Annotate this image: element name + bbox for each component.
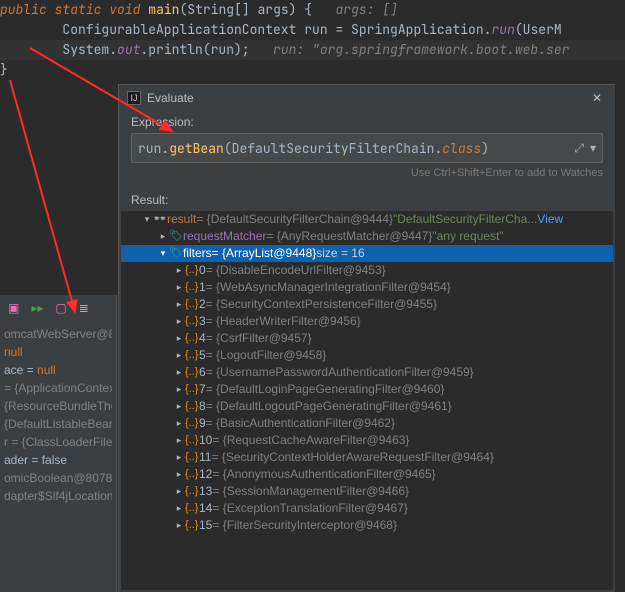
tree-item[interactable]: {..} 0 = {DisableEncodeUrlFilter@9453} [121,262,613,279]
tree-item[interactable]: {..} 12 = {AnonymousAuthenticationFilter… [121,466,613,483]
expression-code: run.getBean(DefaultSecurityFilterChain.c… [138,140,568,157]
tree-item[interactable]: {..} 11 = {SecurityContextHolderAwareReq… [121,449,613,466]
watch-item[interactable]: ace = null [4,361,112,379]
tree-item[interactable]: {..} 2 = {SecurityContextPersistenceFilt… [121,296,613,313]
chevron-right-icon[interactable] [173,398,185,415]
debugger-toolbar: ▣ ▸▸ ▢ ≣ [0,295,116,325]
code-line: ConfigurableApplicationContext run = Spr… [0,20,625,40]
chevron-right-icon[interactable] [173,364,185,381]
brace-icon: {..} [185,415,199,432]
code-line: } [0,60,625,80]
tree-item[interactable]: {..} 13 = {SessionManagementFilter@9466} [121,483,613,500]
tree-item[interactable]: 🏷 requestMatcher = {AnyRequestMatcher@94… [121,228,613,245]
expression-label: Expression: [119,111,615,133]
dropdown-icon[interactable]: ▾ [590,141,596,155]
chevron-right-icon[interactable] [173,500,185,517]
tree-item[interactable]: {..} 8 = {DefaultLogoutPageGeneratingFil… [121,398,613,415]
evaluate-dialog: IJ Evaluate ✕ Expression: run.getBean(De… [118,84,615,592]
brace-icon: {..} [185,398,199,415]
chevron-right-icon[interactable] [157,228,169,245]
close-icon[interactable]: ✕ [589,91,605,105]
tree-item-selected[interactable]: 🏷 filters = {ArrayList@9448} size = 16 [121,245,613,262]
brace-icon: {..} [185,313,199,330]
brace-icon: {..} [185,296,199,313]
view-link[interactable]: View [537,211,563,228]
chevron-right-icon[interactable] [173,347,185,364]
tree-item[interactable]: {..} 3 = {HeaderWriterFilter@9456} [121,313,613,330]
intellij-icon: IJ [127,91,141,105]
editor: public static void main(String[] args) {… [0,0,625,80]
tree-item[interactable]: {..} 14 = {ExceptionTranslationFilter@94… [121,500,613,517]
chevron-right-icon[interactable] [173,466,185,483]
tree-item[interactable]: {..} 15 = {FilterSecurityInterceptor@946… [121,517,613,534]
watch-item[interactable]: dapter$Slf4jLocationA [4,487,112,505]
resume-icon[interactable]: ▣ [8,301,19,315]
result-root[interactable]: 👓 result = {DefaultSecurityFilterChain@9… [121,211,613,228]
debugger-panel: ▣ ▸▸ ▢ ≣ omcatWebServer@80 null ace = nu… [0,295,117,592]
step-icon[interactable]: ▸▸ [31,301,43,315]
expression-hint: Use Ctrl+Shift+Enter to add to Watches [119,163,615,189]
tree-item[interactable]: {..} 4 = {CsrfFilter@9457} [121,330,613,347]
brace-icon: {..} [185,483,199,500]
brace-icon: {..} [185,466,199,483]
watch-item[interactable]: = {ApplicationContext [4,379,112,397]
chevron-right-icon[interactable] [173,432,185,449]
chevron-right-icon[interactable] [173,262,185,279]
result-tree: 👓 result = {DefaultSecurityFilterChain@9… [121,211,613,590]
watch-item[interactable]: ader = false [4,451,112,469]
brace-icon: {..} [185,279,199,296]
watch-item[interactable]: {ResourceBundleThe [4,397,112,415]
brace-icon: {..} [185,500,199,517]
chevron-right-icon[interactable] [173,313,185,330]
chevron-right-icon[interactable] [173,279,185,296]
chevron-right-icon[interactable] [173,483,185,500]
brace-icon: {..} [185,432,199,449]
chevron-right-icon[interactable] [173,449,185,466]
watch-item[interactable]: null [4,343,112,361]
watch-item[interactable]: omicBoolean@8078} [4,469,112,487]
threads-icon[interactable]: ≣ [79,301,89,315]
chevron-right-icon[interactable] [173,517,185,534]
tree-item[interactable]: {..} 10 = {RequestCacheAwareFilter@9463} [121,432,613,449]
dialog-titlebar[interactable]: IJ Evaluate ✕ [119,85,615,111]
chevron-right-icon[interactable] [173,415,185,432]
chevron-down-icon[interactable] [141,211,153,228]
field-icon: 🏷 [169,245,183,262]
chevron-right-icon[interactable] [173,296,185,313]
watch-item[interactable]: omcatWebServer@80 [4,325,112,343]
dialog-title: Evaluate [147,91,583,105]
tree-item[interactable]: {..} 1 = {WebAsyncManagerIntegrationFilt… [121,279,613,296]
brace-icon: {..} [185,381,199,398]
expression-input[interactable]: run.getBean(DefaultSecurityFilterChain.c… [131,133,603,163]
result-label: Result: [119,189,615,211]
tree-item[interactable]: {..} 9 = {BasicAuthenticationFilter@9462… [121,415,613,432]
brace-icon: {..} [185,330,199,347]
evaluate-icon[interactable]: ▢ [55,301,66,315]
watches-list: omcatWebServer@80 null ace = null = {App… [0,325,116,505]
chevron-right-icon[interactable] [173,330,185,347]
brace-icon: {..} [185,517,199,534]
chevron-down-icon[interactable] [157,245,169,262]
brace-icon: {..} [185,262,199,279]
code-current-line: System.out.println(run); run: "org.sprin… [0,40,625,60]
watch-item[interactable]: r = {ClassLoaderFiles [4,433,112,451]
glasses-icon: 👓 [153,211,167,228]
tree-item[interactable]: {..} 6 = {UsernamePasswordAuthentication… [121,364,613,381]
brace-icon: {..} [185,364,199,381]
chevron-right-icon[interactable] [173,381,185,398]
field-icon: 🏷 [169,228,183,245]
tree-item[interactable]: {..} 7 = {DefaultLoginPageGeneratingFilt… [121,381,613,398]
brace-icon: {..} [185,449,199,466]
code-line: public static void main(String[] args) {… [0,0,625,20]
brace-icon: {..} [185,347,199,364]
tree-item[interactable]: {..} 5 = {LogoutFilter@9458} [121,347,613,364]
expand-icon[interactable]: ⤢ [574,141,584,156]
watch-item[interactable]: {DefaultListableBeanF [4,415,112,433]
